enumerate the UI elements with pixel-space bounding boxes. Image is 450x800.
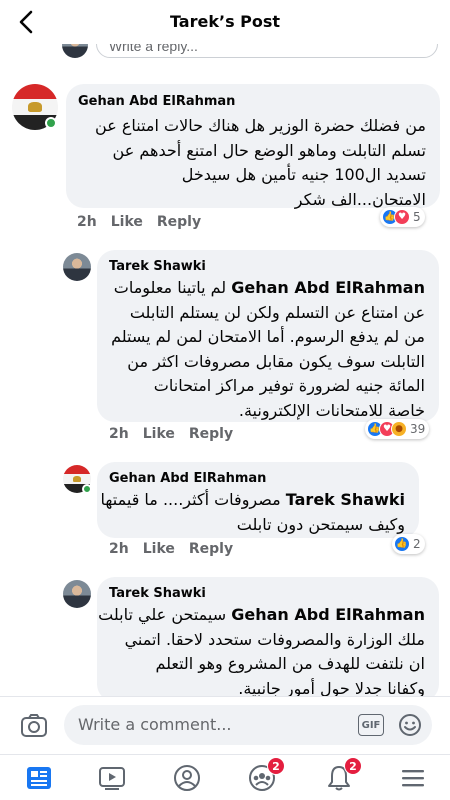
page-title: Tarek’s Post [169, 12, 281, 31]
comment-author[interactable]: Tarek Shawki [109, 259, 206, 274]
comment-text: Gehan Abd ElRahman لم ياتينا معلومات عن … [111, 278, 425, 420]
comment-bubble[interactable]: Tarek Shawki Gehan Abd ElRahman سيمتحن ع… [97, 577, 439, 702]
comment-author[interactable]: Tarek Shawki [109, 586, 206, 601]
angry-icon: ● [391, 421, 407, 437]
online-indicator [45, 117, 57, 129]
comment-input[interactable]: Write a comment... GIF [64, 705, 432, 745]
mention-tag[interactable]: Tarek Shawki [286, 490, 405, 509]
comment-author[interactable]: Gehan Abd ElRahman [109, 471, 266, 486]
comment-bubble[interactable]: Gehan Abd ElRahman Tarek Shawki مصروفات … [97, 462, 419, 538]
header-bar: Tarek’s Post [0, 0, 450, 44]
profile-icon[interactable] [172, 763, 202, 793]
timestamp: 2h [109, 426, 129, 442]
mention-tag[interactable]: Gehan Abd ElRahman [231, 278, 425, 297]
comment-actions: 2h Like Reply [109, 541, 247, 557]
like-icon: 👍 [394, 536, 410, 552]
mention-tag[interactable]: Gehan Abd ElRahman [231, 605, 425, 624]
comment-bubble[interactable]: Tarek Shawki Gehan Abd ElRahman لم ياتين… [97, 250, 439, 422]
notifications-tab[interactable]: 2 [324, 757, 362, 793]
reaction-count: 39 [410, 422, 426, 436]
notification-badge: 2 [267, 757, 285, 775]
reply-button[interactable]: Reply [189, 541, 233, 557]
reaction-summary[interactable]: 👍 2 [392, 534, 425, 554]
comment-composer: Write a comment... GIF [0, 696, 450, 754]
reply-button[interactable]: Reply [189, 426, 233, 442]
comment-actions: 2h Like Reply [109, 426, 247, 442]
like-button[interactable]: Like [143, 541, 175, 557]
reaction-count: 2 [413, 537, 421, 551]
timestamp: 2h [77, 214, 97, 230]
comment-actions: 2h Like Reply [77, 214, 215, 230]
comment-text: من فضلك حضرة الوزير هل هناك حالات امتناع… [95, 116, 426, 209]
bottom-tab-bar: 2 2 [0, 754, 450, 800]
camera-icon[interactable] [20, 713, 48, 739]
comment-text: Tarek Shawki مصروفات أكثر.... ما قيمتها … [100, 490, 405, 534]
love-icon: ♥ [394, 209, 410, 225]
timestamp: 2h [109, 541, 129, 557]
comment-bubble[interactable]: Gehan Abd ElRahman من فضلك حضرة الوزير ه… [66, 84, 440, 209]
groups-tab[interactable]: 2 [247, 757, 285, 793]
menu-icon[interactable] [398, 763, 428, 793]
notification-badge: 2 [344, 757, 362, 775]
avatar[interactable] [63, 253, 91, 281]
like-button[interactable]: Like [143, 426, 175, 442]
comment-placeholder: Write a comment... [78, 715, 232, 734]
news-feed-icon[interactable] [24, 763, 54, 793]
comment-author[interactable]: Gehan Abd ElRahman [78, 94, 235, 109]
emoji-icon[interactable] [398, 713, 422, 737]
reply-button[interactable]: Reply [157, 214, 201, 230]
avatar[interactable] [63, 580, 91, 608]
online-indicator [82, 484, 92, 494]
reaction-summary[interactable]: 👍 ♥ 5 [380, 207, 425, 227]
gif-icon[interactable]: GIF [358, 714, 384, 736]
watch-icon[interactable] [97, 763, 127, 793]
like-button[interactable]: Like [111, 214, 143, 230]
comment-text: Gehan Abd ElRahman سيمتحن علي تابلت ملك … [98, 605, 425, 698]
reaction-summary[interactable]: 👍 ♥ ● 39 [365, 419, 430, 439]
reaction-count: 5 [413, 210, 421, 224]
